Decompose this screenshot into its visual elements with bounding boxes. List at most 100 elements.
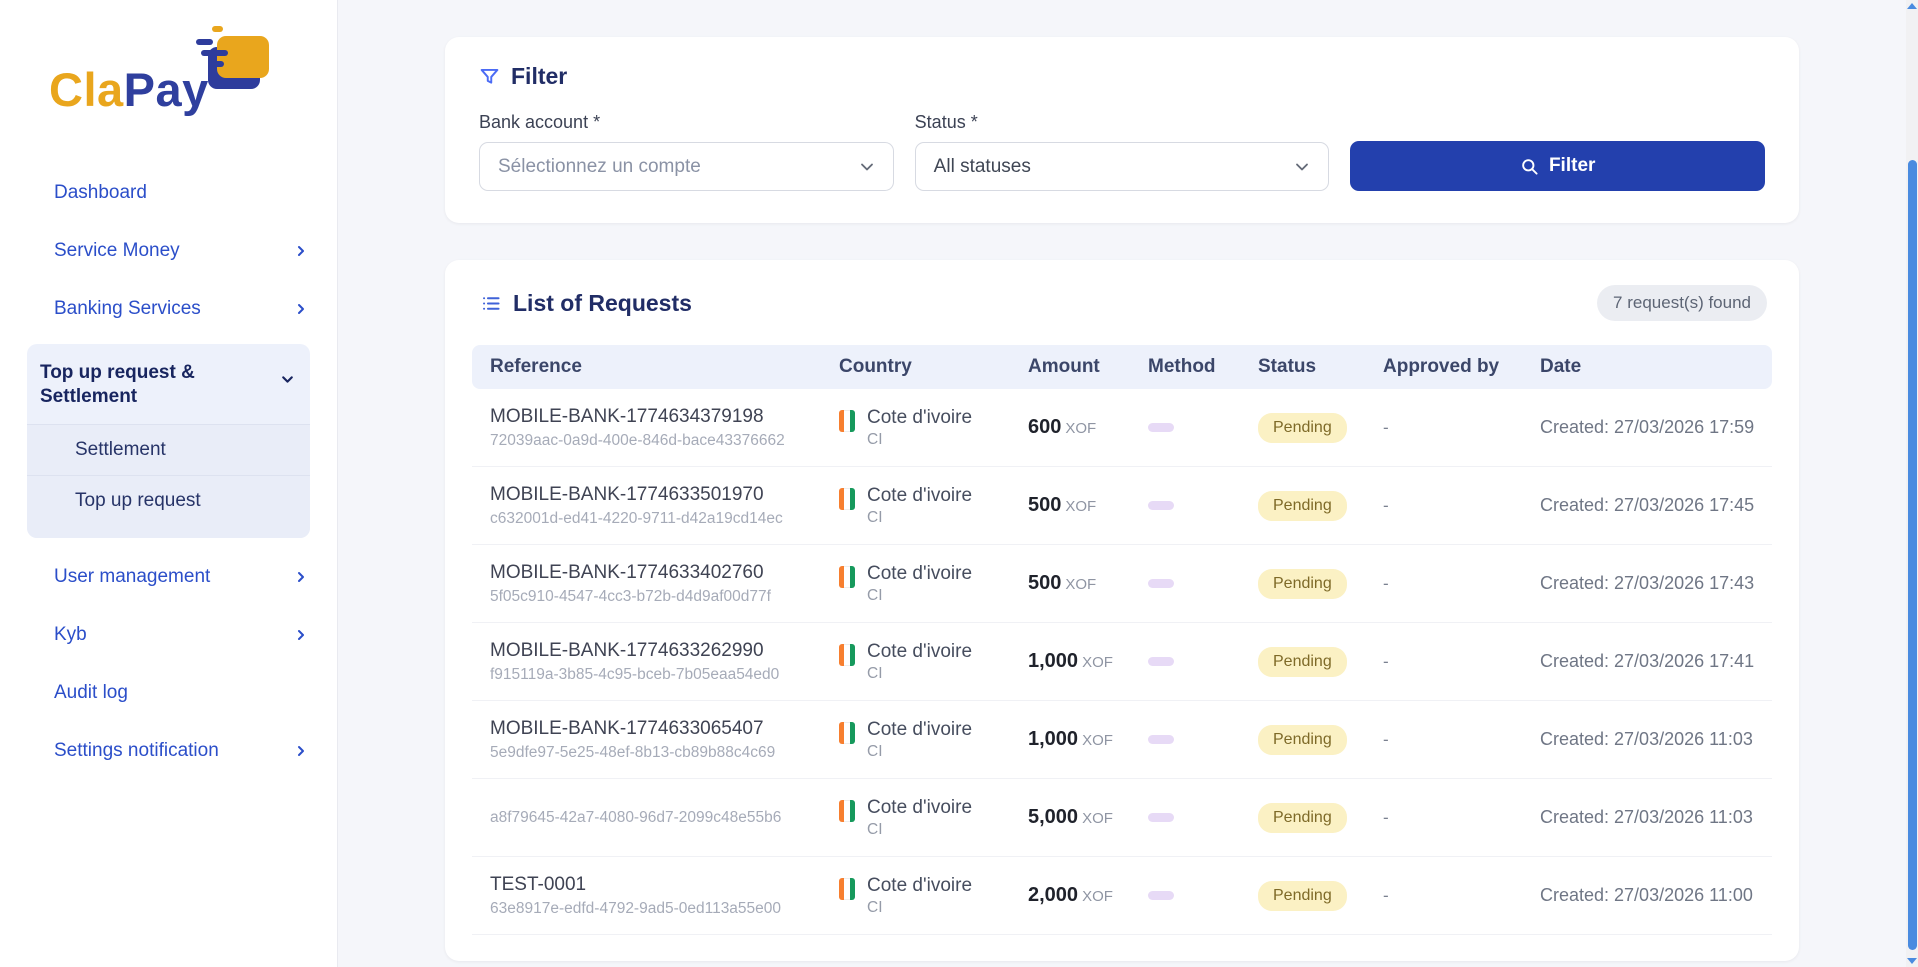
- amount-value: 1,000: [1028, 650, 1079, 672]
- amount-currency: XOF: [1082, 810, 1113, 827]
- method-placeholder-pill: [1148, 656, 1174, 666]
- cote-divoire-flag-icon: [839, 721, 855, 744]
- table-row[interactable]: MOBILE-BANK-1774633501970 c632001d-ed41-4…: [472, 467, 1772, 545]
- scroll-up-arrow-icon[interactable]: [1907, 3, 1917, 9]
- list-title: List of Requests: [513, 289, 692, 316]
- filter-button-label: Filter: [1548, 155, 1596, 176]
- column-header-amount: Amount: [1028, 356, 1100, 377]
- method-placeholder-pill: [1148, 734, 1174, 744]
- created-date: Created: 27/03/2026 17:59: [1540, 417, 1755, 437]
- country-code: CI: [867, 742, 883, 760]
- sidebar-item-dashboard[interactable]: Dashboard: [0, 164, 337, 222]
- sidebar-item-label: Banking Services: [54, 298, 201, 319]
- filter-title: Filter: [511, 63, 568, 89]
- request-uuid: c632001d-ed41-4220-9711-d42a19cd14ec: [490, 509, 783, 527]
- amount-value: 600: [1028, 416, 1062, 438]
- sidebar-item-label: Dashboard: [54, 182, 147, 203]
- sidebar-item-label: User management: [54, 565, 211, 587]
- table-row[interactable]: TEST-0001 63e8917e-edfd-4792-9ad5-0ed113a…: [472, 857, 1772, 935]
- table-row[interactable]: a8f79645-42a7-4080-96d7-2099c48e55b6 Cot…: [472, 779, 1772, 857]
- cote-divoire-flag-icon: [839, 487, 855, 510]
- sidebar-item-service-money[interactable]: Service Money: [0, 222, 337, 280]
- sidebar-submenu: Settlement Top up request: [27, 423, 310, 538]
- main-content: Filter Bank account * Sélectionnez un co…: [338, 0, 1906, 967]
- bank-account-label: Bank account *: [479, 112, 601, 132]
- sidebar-group-topup-settlement: Top up request & Settlement Settlement T…: [27, 344, 310, 538]
- chevron-right-icon: [293, 627, 309, 643]
- method-placeholder-pill: [1148, 890, 1174, 900]
- sidebar-item-audit-log[interactable]: Audit log: [0, 664, 337, 722]
- sidebar-item-banking-services[interactable]: Banking Services: [0, 280, 337, 338]
- sidebar-item-label: Settings notification: [54, 739, 219, 761]
- created-date: Created: 27/03/2026 17:43: [1540, 573, 1755, 593]
- bank-account-select[interactable]: Sélectionnez un compte: [479, 142, 894, 191]
- status-badge: Pending: [1258, 646, 1347, 677]
- chevron-right-icon: [293, 243, 309, 259]
- request-reference: MOBILE-BANK-1774633065407: [490, 717, 764, 739]
- column-header-date: Date: [1540, 356, 1582, 377]
- table-row[interactable]: MOBILE-BANK-1774633065407 5e9dfe97-5e25-4…: [472, 701, 1772, 779]
- created-date: Created: 27/03/2026 17:45: [1540, 495, 1755, 515]
- sidebar-item-settings-notification[interactable]: Settings notification: [0, 722, 337, 780]
- country-name: Cote d'ivoire: [867, 874, 973, 896]
- country-code: CI: [867, 898, 883, 916]
- amount-currency: XOF: [1082, 888, 1113, 905]
- country-code: CI: [867, 508, 883, 526]
- chevron-right-icon: [293, 301, 309, 317]
- table-row[interactable]: MOBILE-BANK-1774633262990 f915119a-3b85-4…: [472, 623, 1772, 701]
- status-badge: Pending: [1258, 568, 1347, 599]
- table-row[interactable]: MOBILE-BANK-1774633402760 5f05c910-4547-4…: [472, 545, 1772, 623]
- column-header-approved-by: Approved by: [1383, 356, 1500, 377]
- chevron-right-icon: [293, 569, 309, 585]
- status-badge: Pending: [1258, 412, 1347, 443]
- filter-card: Filter Bank account * Sélectionnez un co…: [445, 37, 1799, 223]
- request-uuid: 5f05c910-4547-4cc3-b72b-d4d9af00d77f: [490, 587, 771, 605]
- chevron-down-icon: [279, 371, 296, 388]
- sidebar: ClaPay Dashboard Service Money Banking S…: [0, 0, 338, 967]
- amount-value: 1,000: [1028, 728, 1079, 750]
- amount-value: 500: [1028, 494, 1062, 516]
- approved-by-value: -: [1383, 885, 1389, 905]
- chevron-down-icon: [857, 157, 877, 177]
- filter-button[interactable]: Filter: [1350, 141, 1766, 191]
- request-uuid: 5e9dfe97-5e25-48ef-8b13-cb89b88c4c69: [490, 743, 776, 761]
- sidebar-nav: Dashboard Service Money Banking Services…: [0, 164, 337, 780]
- status-field: Status * All statuses: [914, 112, 1330, 191]
- vertical-scrollbar[interactable]: [1906, 0, 1918, 967]
- request-uuid: f915119a-3b85-4c95-bceb-7b05eaa54ed0: [490, 665, 780, 683]
- status-badge: Pending: [1258, 724, 1347, 755]
- country-name: Cote d'ivoire: [867, 562, 973, 584]
- table-row[interactable]: MOBILE-BANK-1774634379198 72039aac-0a9d-4…: [472, 389, 1772, 467]
- sidebar-item-settlement[interactable]: Settlement: [27, 425, 310, 475]
- country-code: CI: [867, 664, 883, 682]
- list-of-requests-card: List of Requests 7 request(s) found Refe…: [445, 260, 1799, 961]
- chevron-down-icon: [1292, 157, 1312, 177]
- request-uuid: 72039aac-0a9d-400e-846d-bace43376662: [490, 431, 785, 449]
- method-placeholder-pill: [1148, 500, 1174, 510]
- sidebar-item-label: Service Money: [54, 240, 180, 261]
- status-select[interactable]: All statuses: [914, 142, 1330, 191]
- amount-currency: XOF: [1082, 654, 1113, 671]
- scrollbar-thumb[interactable]: [1907, 160, 1917, 950]
- approved-by-value: -: [1383, 495, 1389, 515]
- sidebar-item-top-up-request[interactable]: Top up request: [27, 474, 310, 526]
- column-header-status: Status: [1258, 356, 1317, 377]
- approved-by-value: -: [1383, 729, 1389, 749]
- country-code: CI: [867, 820, 883, 838]
- bank-account-placeholder: Sélectionnez un compte: [498, 155, 701, 177]
- created-date: Created: 27/03/2026 11:00: [1540, 885, 1753, 905]
- request-reference: TEST-0001: [490, 873, 587, 895]
- scroll-down-arrow-icon[interactable]: [1907, 958, 1917, 964]
- method-placeholder-pill: [1148, 578, 1174, 588]
- cote-divoire-flag-icon: [839, 565, 855, 588]
- sidebar-item-user-management[interactable]: User management: [0, 548, 337, 606]
- amount-value: 500: [1028, 572, 1062, 594]
- brand-name: ClaPay: [49, 63, 209, 116]
- brand-logo[interactable]: ClaPay: [0, 0, 337, 150]
- table-header: Reference Country Amount Method Status A…: [472, 345, 1772, 389]
- sidebar-group-header[interactable]: Top up request & Settlement: [27, 344, 310, 424]
- request-uuid: 63e8917e-edfd-4792-9ad5-0ed113a55e00: [490, 899, 782, 917]
- sidebar-item-kyb[interactable]: Kyb: [0, 606, 337, 664]
- cote-divoire-flag-icon: [839, 643, 855, 666]
- country-name: Cote d'ivoire: [867, 484, 973, 506]
